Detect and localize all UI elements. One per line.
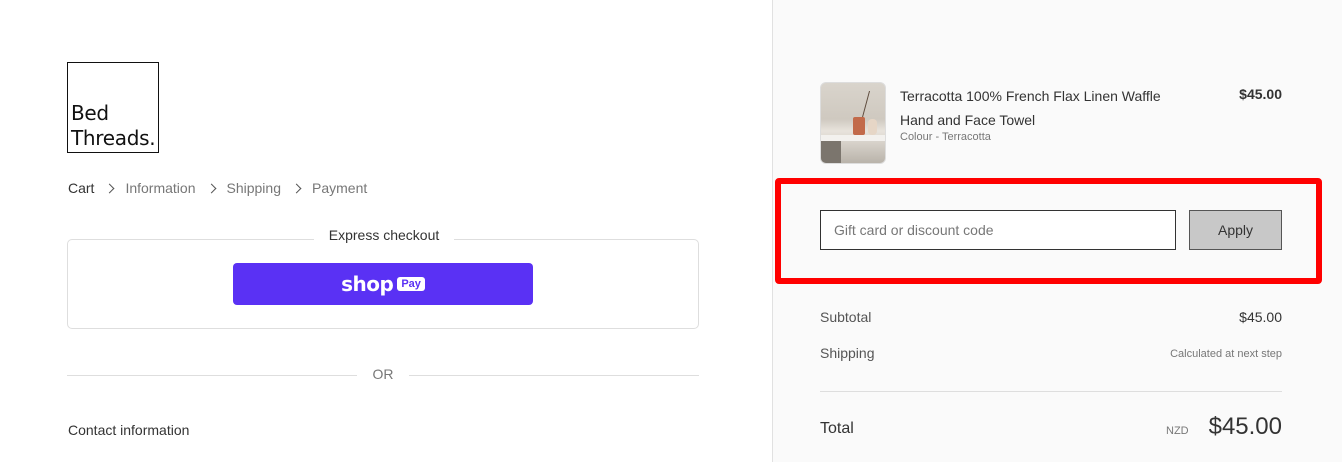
contact-information-heading: Contact information	[68, 422, 190, 438]
chevron-right-icon	[206, 183, 216, 193]
breadcrumb-information[interactable]: Information	[125, 180, 195, 196]
shop-pay-badge: Pay	[397, 277, 425, 291]
chevron-right-icon	[291, 183, 302, 193]
shop-pay-logo-text: shop	[341, 272, 394, 296]
or-separator: OR	[372, 366, 394, 382]
product-name: Terracotta 100% French Flax Linen Waffle…	[900, 88, 1161, 128]
brand-logo[interactable]: Bed Threads.	[67, 62, 159, 153]
summary-divider	[820, 391, 1282, 392]
shop-pay-button[interactable]: shop Pay	[233, 263, 533, 305]
divider-left	[67, 375, 357, 376]
currency-code: NZD	[1166, 425, 1189, 437]
checkout-main: Bed Threads. Cart Information Shipping P…	[0, 0, 772, 462]
total-amount: $45.00	[1208, 413, 1282, 440]
express-checkout-title: Express checkout	[314, 227, 454, 243]
product-price: $45.00	[1239, 86, 1282, 102]
subtotal-label: Subtotal	[820, 309, 872, 325]
logo-line-1: Bed	[71, 101, 109, 125]
subtotal-value: $45.00	[1239, 309, 1282, 325]
breadcrumb-payment: Payment	[312, 180, 368, 196]
logo-line-2: Threads.	[71, 126, 156, 150]
shipping-label: Shipping	[820, 345, 875, 361]
total-label: Total	[820, 420, 854, 437]
product-variant: Colour - Terracotta	[900, 131, 991, 143]
discount-code-input[interactable]	[820, 210, 1176, 250]
apply-discount-button[interactable]: Apply	[1189, 210, 1282, 250]
divider-right	[409, 375, 699, 376]
breadcrumb-shipping: Shipping	[226, 180, 282, 196]
shipping-value: Calculated at next step	[1170, 348, 1282, 360]
product-thumbnail	[820, 82, 886, 164]
breadcrumb-cart[interactable]: Cart	[68, 180, 94, 196]
chevron-right-icon	[105, 183, 115, 193]
breadcrumb: Cart Information Shipping Payment	[68, 180, 367, 196]
